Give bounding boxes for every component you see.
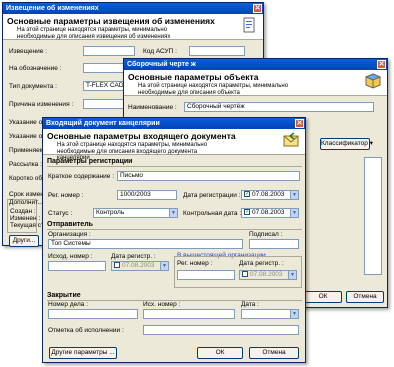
- closing-num-label: Номер дела :: [48, 301, 89, 308]
- reg-num2-label: Рег. номер :: [177, 260, 213, 267]
- control-date-label: Контрольная дата :: [183, 210, 242, 217]
- incoming-doc-window-titlebar[interactable]: Входящий документ канцелярии: [43, 118, 305, 129]
- out-num-input[interactable]: [48, 261, 106, 271]
- cancel-button[interactable]: Отмена: [249, 347, 299, 359]
- closing-out-label: Исх. номер :: [143, 301, 181, 308]
- out-date-value: 07.08.2003: [122, 262, 155, 269]
- signed-label: Подписал :: [249, 231, 283, 238]
- other-params-button[interactable]: Другие параметры ...: [49, 347, 117, 359]
- closing-date-label: Дата :: [241, 301, 260, 308]
- mailing-label: Рассылка :: [9, 161, 42, 168]
- reg-date-label: Дата регистрации :: [183, 192, 241, 199]
- higher-date-value: 07.08.2003: [250, 271, 283, 278]
- notice-input[interactable]: [83, 46, 135, 56]
- status-select[interactable]: Контроль ▼: [93, 208, 178, 218]
- chevron-down-icon[interactable]: ▼: [169, 209, 177, 217]
- close-icon[interactable]: ✕: [295, 119, 304, 128]
- org-label: Организация :: [48, 231, 91, 238]
- incoming-doc-window: Входящий документ канцелярии ✕ Основные …: [42, 117, 306, 363]
- notice-header-desc: На этой странице находятся параметры, ми…: [17, 27, 171, 40]
- notice-window-title: Извещение об изменениях: [6, 5, 99, 12]
- out-date-picker[interactable]: 07.08.2003 ▼: [111, 261, 169, 271]
- checkbox-icon[interactable]: ✓: [244, 191, 250, 198]
- assembly-window-title: Сборочный черте ж: [127, 61, 196, 68]
- close-icon[interactable]: ✕: [253, 4, 262, 13]
- ok-button[interactable]: ОК: [197, 347, 243, 359]
- reg-date2-label: Дата регистр. :: [111, 253, 156, 260]
- summary-label: Краткое содержание :: [48, 173, 115, 180]
- chevron-down-icon[interactable]: ▼: [290, 191, 298, 199]
- cube-icon: [365, 73, 381, 89]
- reg-section-title: Параметры регистрации: [47, 158, 133, 165]
- chevron-down-icon[interactable]: ▼: [290, 209, 298, 217]
- checkbox-icon[interactable]: ✓: [244, 209, 250, 216]
- incoming-doc-window-title: Входящий документ канцелярии: [46, 120, 160, 127]
- reg-date-picker[interactable]: ✓ 07.08.2003 ▼: [241, 190, 299, 200]
- document-icon: [243, 17, 255, 33]
- assembly-header-desc: На этой странице находятся параметры, ми…: [138, 83, 289, 96]
- assembly-header-title: Основные параметры объекта: [128, 72, 259, 82]
- incoming-header: Основные параметры входящего документа Н…: [43, 129, 305, 161]
- status-label: Статус :: [48, 210, 73, 217]
- designation-label: На обозначение :: [9, 65, 62, 72]
- close-icon[interactable]: ✕: [377, 60, 386, 69]
- reg-divider: [47, 166, 302, 167]
- extra-label: Дополнит...: [9, 199, 43, 206]
- control-date-picker[interactable]: ✓ 07.08.2003 ▼: [241, 208, 299, 218]
- side-list[interactable]: [364, 157, 382, 275]
- summary-input[interactable]: Письмо: [117, 171, 300, 181]
- checkbox-icon[interactable]: [242, 271, 248, 278]
- reg-date3-label: Дата регистр. :: [239, 260, 284, 267]
- reg-num2-input[interactable]: [177, 270, 235, 280]
- notice-header-title: Основные параметры извещения об изменени…: [7, 16, 215, 26]
- execution-label: Отметка об исполнении :: [48, 327, 124, 334]
- envelope-arrow-icon: [283, 132, 299, 147]
- name-input[interactable]: Сборочный чертёж: [184, 102, 374, 112]
- control-date-value: 07.08.2003: [252, 209, 285, 216]
- sender-divider: [47, 229, 302, 230]
- checkbox-icon[interactable]: [114, 262, 120, 269]
- signed-input[interactable]: [249, 239, 299, 249]
- incoming-header-title: Основные параметры входящего документа: [47, 131, 236, 141]
- notice-label: Извещение :: [9, 48, 47, 55]
- other-button[interactable]: Други...: [9, 235, 39, 247]
- doc-type-label: Тип документа :: [9, 83, 57, 90]
- out-num-label: Исход. номер :: [48, 253, 93, 260]
- notice-window-titlebar[interactable]: Извещение об изменениях: [3, 3, 263, 14]
- name-label: Наименование :: [128, 104, 177, 111]
- closing-num-input[interactable]: [48, 309, 138, 319]
- reg-num-input[interactable]: 1000/2003: [117, 190, 177, 200]
- acsp-code-label: Код АСУП :: [143, 48, 177, 55]
- closing-date-picker[interactable]: ▼: [241, 309, 299, 319]
- status-value: Контроль: [96, 209, 125, 216]
- sender-section-title: Отправитель: [47, 221, 93, 228]
- reason-label: Причина изменения :: [9, 101, 74, 108]
- closing-section-title: Закрытие: [47, 292, 81, 299]
- acsp-code-input[interactable]: [189, 46, 245, 56]
- closing-out-input[interactable]: [143, 309, 235, 319]
- created-label: Создан :: [10, 208, 36, 215]
- assembly-header: Основные параметры объекта На этой стран…: [124, 70, 387, 96]
- classifier-button-label: Классификатор: [321, 140, 368, 147]
- higher-date-picker[interactable]: 07.08.2003 ▼: [239, 270, 297, 280]
- chevron-down-icon[interactable]: ▼: [160, 262, 168, 270]
- chevron-down-icon[interactable]: ▼: [288, 271, 296, 279]
- classifier-button[interactable]: Классификатор ▾: [320, 138, 373, 150]
- cancel-button[interactable]: Отмена: [346, 291, 384, 303]
- ok-button[interactable]: ОК: [304, 291, 342, 303]
- changed-label: Изменен :: [10, 215, 41, 222]
- execution-input[interactable]: [143, 325, 299, 335]
- notice-header: Основные параметры извещения об изменени…: [3, 14, 263, 40]
- assembly-window-titlebar[interactable]: Сборочный черте ж: [124, 59, 387, 70]
- reg-date-value: 07.08.2003: [252, 191, 285, 198]
- reg-num-label: Рег. номер :: [48, 192, 84, 199]
- org-input[interactable]: Топ Системы: [48, 239, 243, 249]
- chevron-down-icon[interactable]: ▼: [290, 310, 298, 318]
